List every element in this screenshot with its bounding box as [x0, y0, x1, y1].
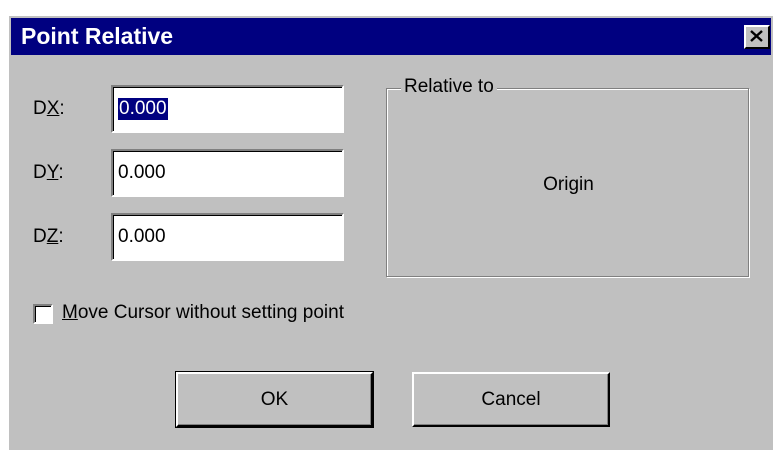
- move-cursor-label[interactable]: Move Cursor without setting point: [62, 302, 344, 324]
- dx-input[interactable]: 0.000: [111, 85, 344, 133]
- cancel-button[interactable]: Cancel: [412, 372, 610, 427]
- point-relative-dialog: Point Relative DX: 0.000 DY: 0.000 DZ: 0…: [7, 14, 773, 450]
- move-cursor-checkbox[interactable]: [33, 304, 53, 324]
- dz-label-suffix: :: [58, 226, 64, 247]
- dy-label-accel: Y: [46, 162, 59, 183]
- dy-label: DY:: [33, 162, 64, 184]
- dz-label-accel: Z: [46, 226, 59, 247]
- dx-label: DX:: [33, 98, 65, 120]
- cancel-button-label: Cancel: [481, 389, 541, 410]
- close-icon: [750, 30, 763, 42]
- move-cursor-label-accel: M: [62, 302, 78, 323]
- dy-value: 0.000: [118, 162, 166, 183]
- dz-label: DZ:: [33, 226, 64, 248]
- move-cursor-label-rest: ove Cursor without setting point: [77, 302, 344, 323]
- dx-label-prefix: D: [33, 98, 47, 119]
- ok-button-label: OK: [260, 389, 289, 410]
- dx-label-accel: X: [46, 98, 60, 119]
- dx-label-suffix: :: [59, 98, 65, 119]
- dy-label-prefix: D: [33, 162, 47, 183]
- relative-to-legend: Relative to: [401, 75, 497, 99]
- dz-value: 0.000: [118, 226, 166, 247]
- ok-button[interactable]: OK: [175, 371, 374, 428]
- dz-label-prefix: D: [33, 226, 47, 247]
- relative-to-group: Relative to Origin: [386, 75, 749, 277]
- close-button[interactable]: [744, 25, 770, 49]
- dz-input[interactable]: 0.000: [111, 213, 344, 261]
- dialog-title: Point Relative: [21, 23, 174, 49]
- dy-label-suffix: :: [58, 162, 64, 183]
- title-bar[interactable]: Point Relative: [11, 18, 771, 55]
- relative-to-value: Origin: [543, 174, 594, 195]
- dy-input[interactable]: 0.000: [111, 149, 344, 197]
- dx-value: 0.000: [118, 98, 168, 120]
